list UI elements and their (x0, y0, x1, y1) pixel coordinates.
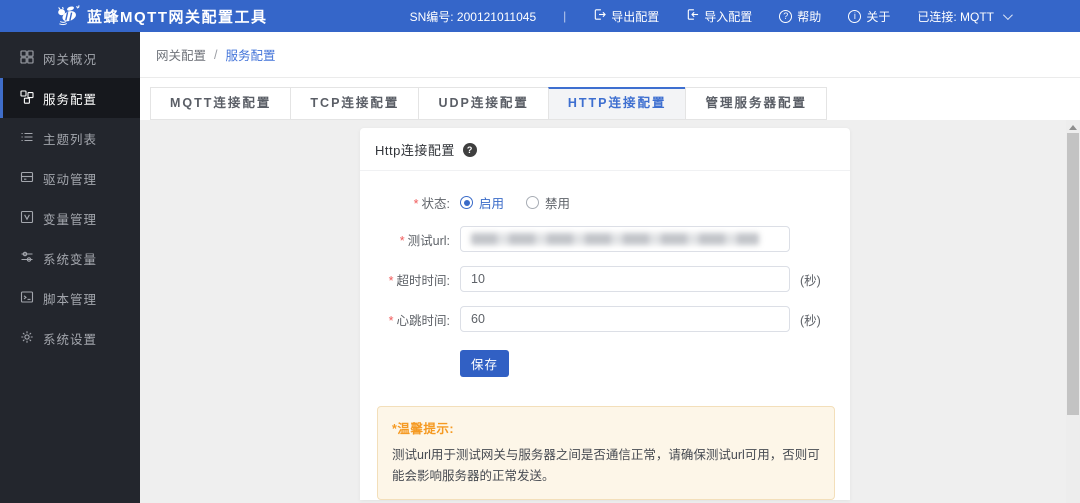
connection-status-label: 已连接: MQTT (917, 9, 994, 24)
sidebar-item-service-config[interactable]: 服务配置 (0, 78, 140, 118)
breadcrumb: 网关配置 / 服务配置 (140, 32, 1080, 78)
sidebar-nav: 网关概况 服务配置 主题列表 驱动管理 变量管理 系统变量 脚本管理 系统设置 (0, 32, 140, 503)
sidebar-item-variable-management[interactable]: 变量管理 (0, 198, 140, 238)
breadcrumb-parent[interactable]: 网关配置 (156, 45, 206, 64)
sidebar-item-label: 脚本管理 (43, 292, 98, 307)
service-config-icon (20, 89, 34, 107)
card-header: Http连接配置 ? (360, 128, 850, 171)
connection-tabs: MQTT连接配置 TCP连接配置 UDP连接配置 HTTP连接配置 管理服务器配… (140, 78, 1080, 120)
card-title: Http连接配置 (375, 143, 455, 158)
sidebar-item-label: 网关概况 (43, 52, 98, 67)
sidebar-item-label: 变量管理 (43, 212, 98, 227)
sidebar-item-label: 主题列表 (43, 132, 98, 147)
redacted-url-value (471, 233, 759, 245)
tab-udp-config[interactable]: UDP连接配置 (418, 87, 549, 120)
sidebar-item-label: 系统变量 (43, 252, 98, 267)
tip-body: 测试url用于测试网关与服务器之间是否通信正常，请确保测试url可用，否则可能会… (392, 448, 820, 483)
tip-box: *温馨提示: 测试url用于测试网关与服务器之间是否通信正常，请确保测试url可… (377, 406, 835, 501)
sidebar-item-label: 驱动管理 (43, 172, 98, 187)
import-config-button[interactable]: 导入配置 (686, 8, 752, 25)
tab-http-config[interactable]: HTTP连接配置 (547, 87, 687, 120)
help-icon: ? (779, 9, 793, 23)
help-button[interactable]: ? 帮助 (779, 8, 821, 25)
status-radio-group: 启用 禁用 (460, 193, 570, 212)
tab-content-area: Http连接配置 ? * 状态: 启用 禁用 * 测试url: * 超时时间: … (140, 120, 1080, 503)
sidebar-item-system-variables[interactable]: 系统变量 (0, 238, 140, 278)
sidebar-item-label: 服务配置 (43, 92, 98, 107)
radio-unselected-icon (526, 196, 540, 209)
status-label: * 状态: (413, 197, 450, 211)
http-config-form: * 状态: 启用 禁用 * 测试url: * 超时时间: 10 (秒) * 心跳… (360, 171, 850, 501)
breadcrumb-current[interactable]: 服务配置 (226, 45, 276, 64)
status-enabled-radio[interactable]: 启用 (460, 193, 504, 212)
test-url-label: * 测试url: (399, 233, 450, 248)
breadcrumb-separator: / (214, 47, 218, 62)
status-disabled-radio[interactable]: 禁用 (526, 193, 570, 212)
heartbeat-unit: (秒) (800, 313, 821, 328)
heartbeat-input[interactable] (460, 306, 790, 332)
sidebar-item-gateway-overview[interactable]: 网关概况 (0, 38, 140, 78)
app-title: 蓝蜂MQTT网关配置工具 (87, 8, 268, 26)
bee-logo-icon (54, 4, 80, 29)
driver-icon (20, 170, 34, 187)
dashboard-icon (20, 49, 34, 67)
status-row: * 状态: 启用 禁用 (360, 193, 850, 212)
sn-number: SN编号: 200121011045 (409, 9, 537, 24)
heartbeat-row: *心跳时间: (秒) (360, 306, 850, 332)
tab-management-server-config[interactable]: 管理服务器配置 (685, 87, 827, 120)
timeout-unit: (秒) (800, 273, 821, 288)
sidebar-item-label: 系统设置 (43, 332, 98, 347)
vertical-scrollbar[interactable] (1066, 120, 1080, 503)
export-config-button[interactable]: 导出配置 (593, 8, 659, 25)
variable-icon (20, 210, 34, 227)
timeout-row: *超时时间: (秒) (360, 266, 850, 292)
sidebar-item-script-management[interactable]: 脚本管理 (0, 278, 140, 318)
sidebar-item-driver-management[interactable]: 驱动管理 (0, 158, 140, 198)
sidebar-item-topic-list[interactable]: 主题列表 (0, 118, 140, 158)
scrollbar-up-arrow-icon[interactable] (1069, 125, 1077, 130)
header-divider: | (563, 9, 567, 23)
script-icon (20, 290, 34, 307)
scrollbar-thumb[interactable] (1067, 133, 1079, 415)
gear-icon (20, 330, 34, 347)
app-brand: 蓝蜂MQTT网关配置工具 (0, 4, 268, 29)
export-icon (593, 8, 607, 24)
timeout-label: * 超时时间: (388, 273, 450, 288)
test-url-input[interactable] (460, 226, 790, 252)
import-icon (686, 8, 699, 24)
main-area: 网关配置 / 服务配置 MQTT连接配置 TCP连接配置 UDP连接配置 HTT… (140, 32, 1080, 503)
info-icon: i (848, 9, 862, 23)
header-actions: SN编号: 200121011045 | 导出配置 导入配置 ? 帮助 i 关于… (410, 8, 1080, 25)
system-variable-icon (20, 250, 34, 267)
test-url-row: * 测试url: (360, 226, 850, 252)
tab-mqtt-config[interactable]: MQTT连接配置 (150, 87, 292, 120)
connection-status-dropdown[interactable]: 已连接: MQTT (917, 8, 1013, 25)
save-button[interactable]: 保存 (460, 350, 510, 377)
tip-title: *温馨提示: (392, 422, 455, 436)
tab-tcp-config[interactable]: TCP连接配置 (290, 87, 420, 120)
about-button[interactable]: i 关于 (848, 8, 890, 25)
radio-selected-icon (460, 196, 473, 209)
sidebar-item-system-settings[interactable]: 系统设置 (0, 318, 140, 358)
heartbeat-label: * 心跳时间: (388, 313, 450, 328)
chevron-down-icon (1002, 9, 1013, 20)
app-header: 蓝蜂MQTT网关配置工具 SN编号: 200121011045 | 导出配置 导… (0, 0, 1080, 32)
http-config-card: Http连接配置 ? * 状态: 启用 禁用 * 测试url: * 超时时间: … (360, 128, 850, 501)
timeout-input[interactable] (460, 266, 790, 292)
card-help-icon[interactable]: ? (462, 142, 477, 157)
topic-list-icon (20, 130, 34, 147)
